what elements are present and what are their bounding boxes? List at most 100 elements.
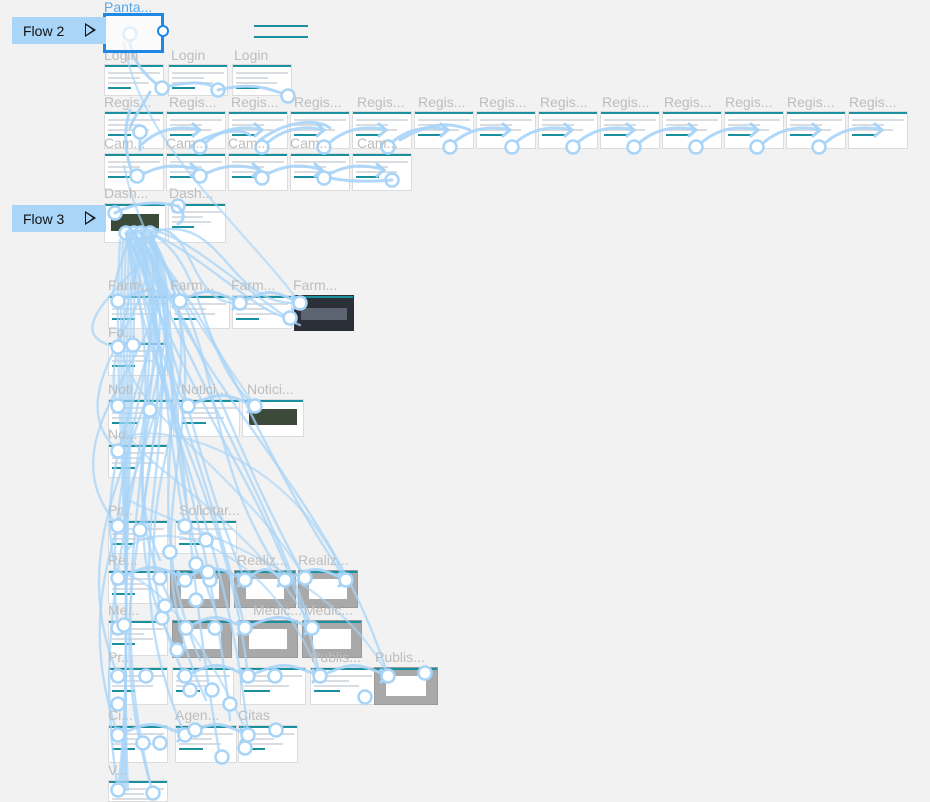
screen-frame-thumbnail[interactable] <box>104 111 164 149</box>
frame-label-registro: Regis... <box>231 94 279 110</box>
screen-frame-thumbnail[interactable] <box>108 342 168 376</box>
frame-label-solicitar: Solicitar... <box>179 502 240 518</box>
screen-frame-thumbnail[interactable] <box>352 153 412 191</box>
screen-frame-thumbnail[interactable] <box>108 295 168 329</box>
frame-label-registro: Regis... <box>169 94 217 110</box>
flow-3-start-badge[interactable]: Flow 3 <box>12 205 106 232</box>
screen-frame-thumbnail[interactable] <box>228 111 288 149</box>
screen-frame-thumbnail[interactable] <box>108 725 168 763</box>
frame-label-publicar: Publis... <box>375 649 425 665</box>
play-icon[interactable] <box>85 23 96 37</box>
screen-frame-thumbnail[interactable] <box>414 111 474 149</box>
frame-label-pantalla: Panta... <box>104 0 153 15</box>
flow-2-start-badge[interactable]: Flow 2 <box>12 17 106 44</box>
screen-frame-thumbnail[interactable] <box>228 153 288 191</box>
screen-frame-thumbnail[interactable] <box>302 620 362 658</box>
prototype-canvas[interactable]: Flow 2 Flow 3 Panta... Login Login Login… <box>0 0 930 802</box>
screen-frame-thumbnail[interactable] <box>848 111 908 149</box>
component-divider-lines <box>246 21 308 41</box>
flow-3-label: Flow 3 <box>23 210 65 227</box>
screen-frame-thumbnail[interactable] <box>600 111 660 149</box>
screen-frame-thumbnail[interactable] <box>294 295 354 331</box>
connection-wire <box>92 231 160 528</box>
frame-label-registro: Regis... <box>664 94 712 110</box>
screen-frame-thumbnail[interactable] <box>232 64 292 96</box>
play-icon[interactable] <box>85 211 96 225</box>
screen-frame-thumbnail[interactable] <box>172 620 232 658</box>
screen-frame-thumbnail[interactable] <box>310 667 376 705</box>
screen-frame-thumbnail[interactable] <box>290 111 350 149</box>
frame-label-citas: Citas <box>238 707 270 723</box>
frame-label-registro: Regis... <box>418 94 466 110</box>
screen-frame-thumbnail[interactable] <box>166 111 226 149</box>
screen-frame-thumbnail[interactable] <box>240 667 306 705</box>
screen-frame-thumbnail[interactable] <box>104 203 166 243</box>
screen-frame-thumbnail[interactable] <box>232 295 292 329</box>
frame-label-registro: Regis... <box>479 94 527 110</box>
screen-frame-thumbnail[interactable] <box>238 620 298 658</box>
screen-frame-thumbnail[interactable] <box>175 725 237 763</box>
frame-label-registro: Regis... <box>725 94 773 110</box>
screen-frame-thumbnail[interactable] <box>234 570 296 608</box>
frame-label-farmacia: Farm... <box>231 277 276 293</box>
connection-wire <box>139 231 187 528</box>
screen-frame-thumbnail[interactable] <box>298 570 358 608</box>
frame-label-registro: Regis... <box>787 94 835 110</box>
screen-frame-thumbnail[interactable] <box>178 399 240 437</box>
screen-frame-thumbnail[interactable] <box>374 667 438 705</box>
screen-frame-thumbnail[interactable] <box>170 570 230 608</box>
screen-frame-thumbnail[interactable] <box>242 399 304 437</box>
screen-frame-thumbnail[interactable] <box>108 520 168 554</box>
screen-frame-thumbnail[interactable] <box>352 111 412 149</box>
frame-label-medicos: Me... <box>108 602 140 618</box>
connection-wire <box>91 231 153 349</box>
screen-frame-thumbnail[interactable] <box>168 64 228 96</box>
screen-frame-thumbnail[interactable] <box>172 667 234 705</box>
screen-frame-thumbnail[interactable] <box>104 64 164 96</box>
frame-label-v: V... <box>108 762 128 778</box>
screen-frame-thumbnail[interactable] <box>166 153 226 191</box>
screen-frame-thumbnail[interactable] <box>538 111 598 149</box>
screen-frame-thumbnail[interactable] <box>290 153 350 191</box>
frame-label-agenda: Agen... <box>175 707 220 723</box>
connection-handle[interactable] <box>157 25 169 37</box>
screen-frame-thumbnail[interactable] <box>108 399 174 437</box>
frame-label-login: Login <box>171 47 206 63</box>
frame-label-registro: Regis... <box>540 94 588 110</box>
selected-frame-pantalla[interactable] <box>103 13 164 53</box>
frame-label-noticias: Notici... <box>247 381 294 397</box>
screen-frame-thumbnail[interactable] <box>168 203 226 243</box>
frame-label-registro: Regis... <box>294 94 342 110</box>
frame-label-registro: Regis... <box>849 94 897 110</box>
screen-frame-thumbnail[interactable] <box>170 295 230 329</box>
screen-frame-thumbnail[interactable] <box>108 780 168 802</box>
screen-frame-thumbnail[interactable] <box>108 667 168 705</box>
frame-label-realizar: Realiz... <box>237 552 288 568</box>
screen-frame-thumbnail[interactable] <box>662 111 722 149</box>
frame-label-login: Login <box>234 47 269 63</box>
connection-node[interactable] <box>188 556 204 572</box>
frame-label-realizar: Realiz... <box>298 552 349 568</box>
frame-label-registro: Regis... <box>602 94 650 110</box>
screen-frame-thumbnail[interactable] <box>724 111 784 149</box>
screen-frame-thumbnail[interactable] <box>108 444 168 478</box>
frame-label-realizar: Re... <box>108 552 138 568</box>
frame-label-noticias: Notici... <box>181 381 228 397</box>
screen-frame-thumbnail[interactable] <box>104 153 164 191</box>
frame-label-registro: Regis... <box>357 94 405 110</box>
frame-label-citas: Ci... <box>108 707 133 723</box>
frame-label-farmacia: Farm... <box>293 277 338 293</box>
screen-frame-thumbnail[interactable] <box>238 725 298 763</box>
frame-label-farmacia: Farm... <box>108 277 153 293</box>
frame-label-productos: Pr... <box>108 502 133 518</box>
screen-frame-thumbnail[interactable] <box>786 111 846 149</box>
screen-frame-thumbnail[interactable] <box>108 620 168 656</box>
screen-frame-thumbnail[interactable] <box>175 520 237 554</box>
frame-label-farmacia: Farm... <box>170 277 215 293</box>
screen-frame-thumbnail[interactable] <box>476 111 536 149</box>
frame-label-noticias: Noti... <box>108 381 145 397</box>
screen-frame-thumbnail[interactable] <box>108 570 168 604</box>
connection-wire <box>141 231 169 562</box>
frame-label-registro: Regis... <box>104 94 152 110</box>
flow-2-label: Flow 2 <box>23 22 65 39</box>
